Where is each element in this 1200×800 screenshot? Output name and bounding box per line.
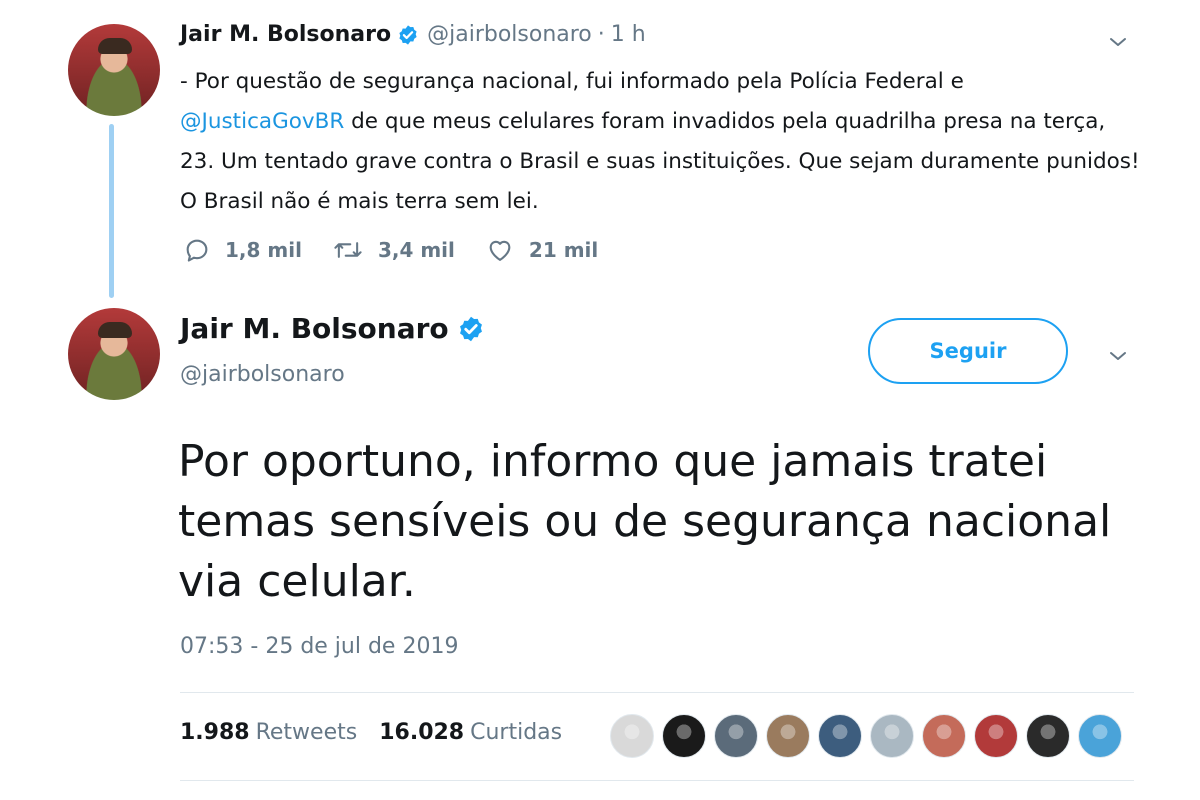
- tweet2-text: Por oportuno, informo que jamais tratei …: [178, 436, 1112, 607]
- divider: [180, 692, 1134, 693]
- tweet-time[interactable]: 1 h: [611, 22, 646, 47]
- retweet-count: 3,4 mil: [377, 238, 455, 262]
- retweets-count: 1.988: [180, 720, 250, 745]
- follow-button[interactable]: Seguir: [868, 318, 1068, 384]
- author-handle[interactable]: @jairbolsonaro: [427, 22, 592, 47]
- heart-icon: [489, 240, 511, 261]
- author-name[interactable]: Jair M. Bolsonaro: [180, 22, 391, 47]
- reply-count: 1,8 mil: [225, 238, 302, 262]
- liker-avatar[interactable]: [818, 714, 862, 758]
- tweet2-author: Jair M. Bolsonaro: [180, 312, 485, 345]
- author-name[interactable]: Jair M. Bolsonaro: [180, 312, 449, 345]
- reply-button[interactable]: 1,8 mil: [183, 236, 302, 264]
- tweet1-header: Jair M. Bolsonaro @jairbolsonaro · 1 h: [180, 22, 646, 47]
- liker-avatar[interactable]: [1078, 714, 1122, 758]
- retweet-button[interactable]: 3,4 mil: [332, 236, 455, 264]
- retweets-stat[interactable]: 1.988 Retweets: [180, 720, 357, 745]
- liker-avatar[interactable]: [922, 714, 966, 758]
- likes-stat[interactable]: 16.028 Curtidas: [379, 720, 562, 745]
- chevron-down-icon[interactable]: [1106, 30, 1130, 54]
- verified-badge-icon: [399, 24, 417, 45]
- liker-avatars: [610, 714, 1130, 758]
- chevron-down-icon[interactable]: [1106, 344, 1130, 368]
- likes-label: Curtidas: [470, 720, 563, 745]
- tweet1-text: - Por questão de segurança nacional, fui…: [180, 62, 1140, 222]
- tweet1-actions: 1,8 mil 3,4 mil 21 mil: [183, 236, 628, 264]
- liker-avatar[interactable]: [870, 714, 914, 758]
- like-button[interactable]: 21 mil: [485, 236, 598, 264]
- liker-avatar[interactable]: [662, 714, 706, 758]
- mention-link[interactable]: @JusticaGovBR: [180, 109, 344, 134]
- avatar[interactable]: [68, 24, 160, 116]
- like-count: 21 mil: [528, 238, 599, 262]
- tweet1-text-part1: - Por questão de segurança nacional, fui…: [180, 69, 964, 94]
- verified-badge-icon: [459, 316, 482, 341]
- likes-count: 16.028: [379, 720, 465, 745]
- reply-icon: [186, 239, 208, 262]
- liker-avatar[interactable]: [610, 714, 654, 758]
- thread-connector-line: [109, 124, 114, 298]
- tweet-timestamp[interactable]: 07:53 - 25 de jul de 2019: [180, 634, 458, 659]
- separator-dot: ·: [597, 22, 605, 47]
- divider: [180, 780, 1134, 781]
- liker-avatar[interactable]: [974, 714, 1018, 758]
- retweets-label: Retweets: [255, 720, 358, 745]
- author-handle[interactable]: @jairbolsonaro: [180, 362, 345, 387]
- liker-avatar[interactable]: [1026, 714, 1070, 758]
- liker-avatar[interactable]: [714, 714, 758, 758]
- tweet-stats: 1.988 Retweets 16.028 Curtidas: [180, 720, 562, 745]
- avatar[interactable]: [68, 308, 160, 400]
- retweet-icon: [334, 242, 362, 258]
- liker-avatar[interactable]: [766, 714, 810, 758]
